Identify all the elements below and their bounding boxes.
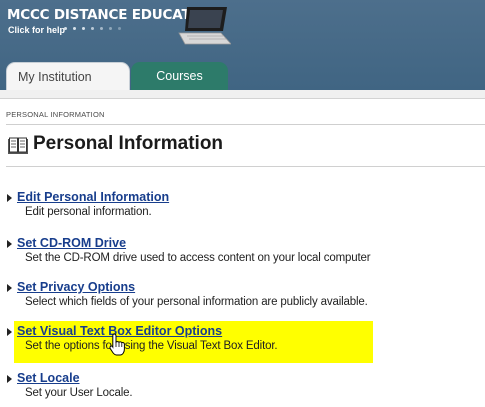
book-icon bbox=[8, 137, 28, 154]
tab-courses[interactable]: Courses bbox=[131, 62, 228, 90]
item-description: Set the CD-ROM drive used to access cont… bbox=[25, 252, 371, 264]
bullet-arrow-icon bbox=[7, 284, 12, 292]
item-description: Set the options for using the Visual Tex… bbox=[25, 340, 278, 352]
header-banner: MCCC DISTANCE EDUCATION Click for help M… bbox=[0, 0, 485, 99]
edit-personal-information-link[interactable]: Edit Personal Information bbox=[17, 190, 169, 204]
help-link[interactable]: Click for help bbox=[8, 25, 65, 35]
hand-cursor-icon bbox=[109, 333, 125, 356]
page-title: Personal Information bbox=[33, 133, 224, 154]
breadcrumb-divider bbox=[6, 124, 485, 125]
item-description: Select which fields of your personal inf… bbox=[25, 296, 368, 308]
set-cdrom-drive-link[interactable]: Set CD-ROM Drive bbox=[17, 236, 126, 250]
set-locale-link[interactable]: Set Locale bbox=[17, 371, 80, 385]
item-description: Edit personal information. bbox=[25, 206, 152, 218]
item-description: Set your User Locale. bbox=[25, 387, 133, 399]
bullet-arrow-icon bbox=[7, 194, 12, 202]
bullet-arrow-icon bbox=[7, 240, 12, 248]
set-privacy-options-link[interactable]: Set Privacy Options bbox=[17, 280, 135, 294]
bullet-arrow-icon bbox=[7, 328, 12, 336]
bullet-arrow-icon bbox=[7, 375, 12, 383]
tab-my-institution[interactable]: My Institution bbox=[6, 62, 130, 90]
title-divider bbox=[6, 166, 485, 167]
tab-subbar bbox=[0, 90, 485, 99]
breadcrumb: PERSONAL INFORMATION bbox=[6, 110, 105, 119]
laptop-icon bbox=[178, 7, 231, 45]
